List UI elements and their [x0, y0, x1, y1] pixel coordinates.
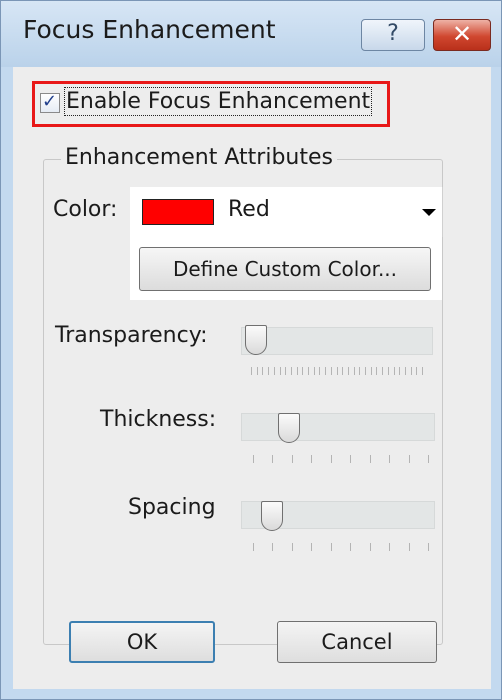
transparency-tick	[319, 367, 320, 375]
transparency-tick	[285, 367, 286, 375]
thickness-tick	[331, 455, 332, 463]
transparency-tick	[388, 367, 389, 375]
selected-color-name: Red	[228, 197, 270, 222]
color-dropdown[interactable]: Red	[130, 187, 443, 237]
spacing-tick	[292, 543, 293, 551]
transparency-tick	[348, 367, 349, 375]
spacing-slider-thumb[interactable]	[261, 501, 284, 531]
checkmark-icon: ✓	[42, 91, 58, 112]
transparency-tick	[365, 367, 366, 375]
transparency-slider-ticks	[251, 367, 423, 375]
enable-focus-checkbox[interactable]: ✓	[40, 91, 60, 113]
title-bar[interactable]: Focus Enhancement ? ✕	[1, 1, 501, 67]
group-title: Enhancement Attributes	[61, 145, 337, 170]
focus-enhancement-dialog: Focus Enhancement ? ✕ ✓ Enable Focus Enh…	[0, 0, 502, 700]
ok-button[interactable]: OK	[69, 621, 215, 663]
transparency-tick	[268, 367, 269, 375]
enable-focus-label[interactable]: Enable Focus Enhancement	[63, 87, 373, 116]
spacing-tick	[370, 543, 371, 551]
thickness-label: Thickness:	[100, 407, 217, 432]
color-label: Color:	[53, 197, 118, 222]
thickness-tick	[370, 455, 371, 463]
thickness-tick	[292, 455, 293, 463]
spacing-slider-ticks	[253, 543, 429, 551]
thickness-tick	[350, 455, 351, 463]
transparency-tick	[354, 367, 355, 375]
thickness-slider-ticks	[253, 455, 429, 463]
thickness-tick	[253, 455, 254, 463]
close-icon: ✕	[451, 20, 473, 48]
transparency-tick	[411, 367, 412, 375]
transparency-tick	[337, 367, 338, 375]
transparency-tick	[274, 367, 275, 375]
spacing-tick	[253, 543, 254, 551]
transparency-slider-thumb[interactable]	[245, 325, 267, 355]
dropdown-arrow-icon[interactable]	[422, 209, 436, 216]
help-icon: ?	[387, 21, 399, 46]
spacing-tick	[331, 543, 332, 551]
thickness-slider-thumb[interactable]	[277, 413, 300, 443]
thickness-tick	[409, 455, 410, 463]
transparency-tick	[342, 367, 343, 375]
help-button[interactable]: ?	[361, 19, 425, 51]
transparency-label: Transparency:	[55, 323, 208, 348]
spacing-tick	[311, 543, 312, 551]
transparency-tick	[376, 367, 377, 375]
transparency-tick	[257, 367, 258, 375]
transparency-tick	[405, 367, 406, 375]
transparency-tick	[291, 367, 292, 375]
transparency-tick	[302, 367, 303, 375]
transparency-tick	[331, 367, 332, 375]
thickness-tick	[428, 455, 429, 463]
dialog-body: ✓ Enable Focus Enhancement Enhancement A…	[13, 67, 491, 689]
transparency-tick	[262, 367, 263, 375]
spacing-tick	[350, 543, 351, 551]
window-title: Focus Enhancement	[23, 15, 276, 44]
define-custom-color-button[interactable]: Define Custom Color...	[139, 247, 431, 291]
transparency-tick	[325, 367, 326, 375]
transparency-tick	[280, 367, 281, 375]
transparency-tick	[359, 367, 360, 375]
transparency-tick	[308, 367, 309, 375]
transparency-slider-track[interactable]	[241, 327, 433, 355]
transparency-tick	[416, 367, 417, 375]
transparency-tick	[371, 367, 372, 375]
spacing-tick	[272, 543, 273, 551]
thickness-tick	[389, 455, 390, 463]
spacing-tick	[428, 543, 429, 551]
spacing-tick	[389, 543, 390, 551]
color-swatch	[142, 199, 214, 225]
transparency-tick	[399, 367, 400, 375]
transparency-tick	[382, 367, 383, 375]
thickness-tick	[311, 455, 312, 463]
thickness-tick	[272, 455, 273, 463]
transparency-tick	[297, 367, 298, 375]
cancel-button[interactable]: Cancel	[277, 621, 437, 663]
close-button[interactable]: ✕	[433, 19, 491, 51]
transparency-tick	[314, 367, 315, 375]
transparency-tick	[251, 367, 252, 375]
spacing-tick	[409, 543, 410, 551]
spacing-label: Spacing	[128, 495, 216, 520]
transparency-tick	[394, 367, 395, 375]
transparency-tick	[422, 367, 423, 375]
thickness-slider-track[interactable]	[241, 413, 435, 441]
